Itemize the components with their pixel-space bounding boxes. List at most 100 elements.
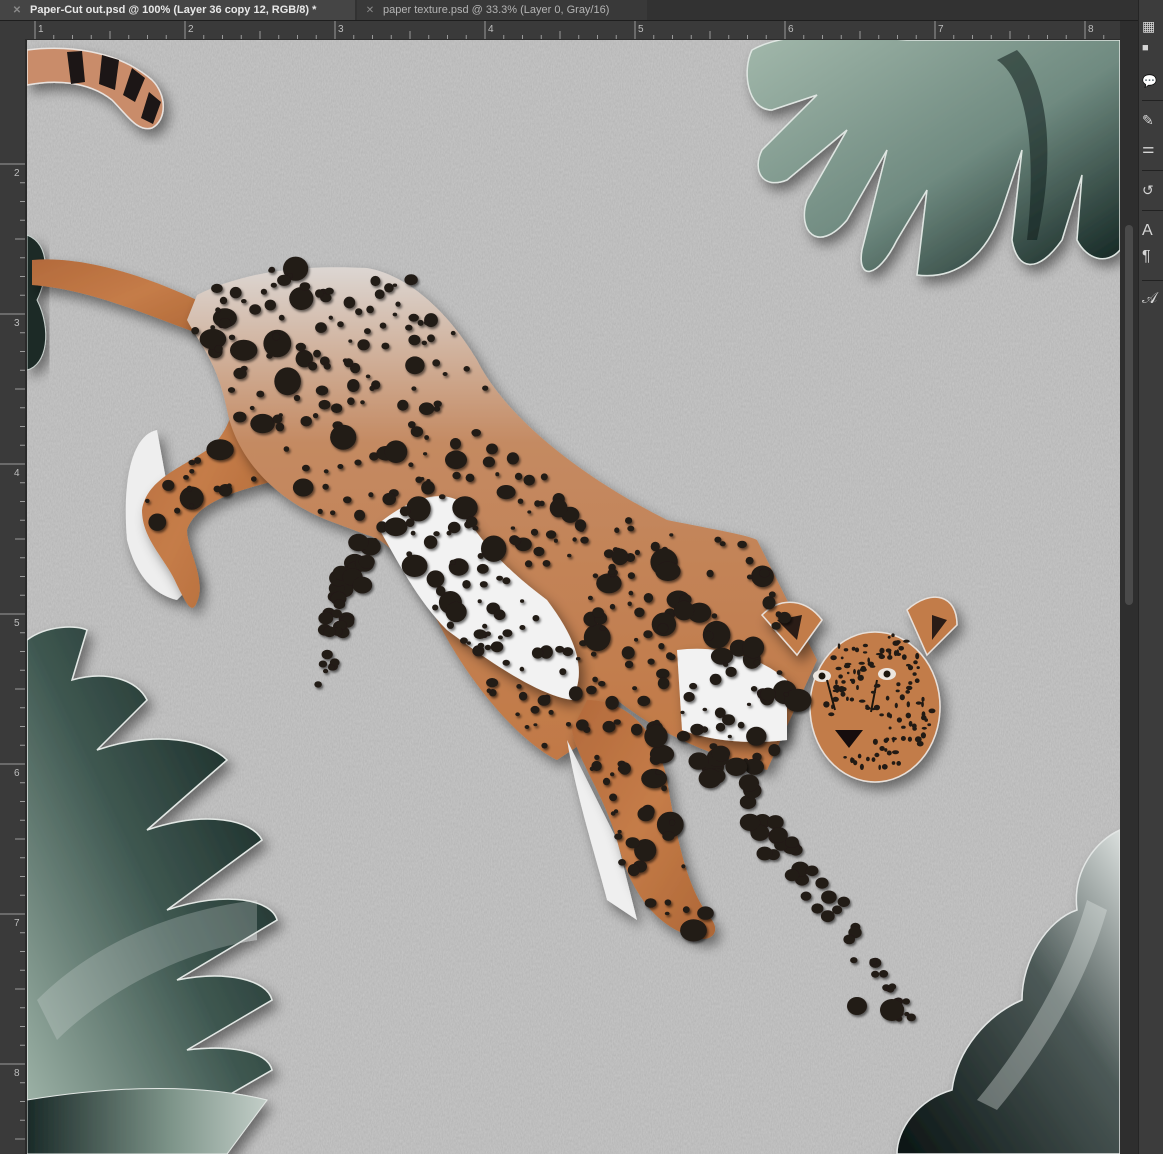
spot [840,656,844,660]
spot [249,304,261,315]
spot [219,296,228,305]
spot [609,603,616,610]
spot [892,750,899,755]
spot [485,631,492,637]
spot [490,641,504,653]
ruler-label: 6 [14,768,20,779]
spot [233,367,247,379]
spot [272,332,281,341]
sliders-icon[interactable]: ⚌ [1142,140,1163,157]
tab-paper-cut-out[interactable]: ✕ Paper-Cut out.psd @ 100% (Layer 36 cop… [0,0,355,20]
horizontal-ruler[interactable]: 1 2 3 4 5 6 7 8 [25,21,1120,39]
spot [452,471,461,480]
spot [463,366,470,372]
spot [314,681,322,688]
spot [768,744,781,757]
spot [661,785,667,792]
spot [784,869,800,882]
spot [592,607,604,618]
spot [710,647,734,665]
spot [482,456,495,468]
spot [302,464,310,472]
spot [815,877,829,889]
spot [229,286,242,299]
paragraph-icon[interactable]: ¶ [1142,248,1163,266]
spot [874,683,881,688]
spot [647,658,655,665]
spot [627,525,635,532]
spot [323,626,336,638]
spot [215,307,221,313]
ruler-label: 4 [488,24,494,35]
ruler-label: 7 [14,918,20,929]
spot [188,459,196,466]
spot [333,599,346,610]
spot [354,459,362,466]
spot [878,764,881,770]
spot [706,569,714,578]
document-canvas[interactable] [27,40,1120,1154]
spot [315,385,329,396]
spot [856,685,859,690]
spot [906,1013,916,1022]
ruler-corner[interactable] [0,21,25,39]
properties-icon[interactable]: ▦ [1142,18,1163,35]
spot [611,548,629,566]
spot [894,702,898,709]
spot [370,275,381,287]
spot [510,536,522,546]
history-icon[interactable]: ↺ [1142,182,1163,199]
spot [669,533,674,537]
scrollbar-thumb[interactable] [1125,225,1133,605]
spot [250,413,275,434]
spot [264,299,276,311]
spot [896,717,903,723]
adjustments-icon[interactable]: ■ [1142,42,1163,54]
spot [410,530,416,536]
character-icon[interactable]: A [1142,222,1163,240]
spot [534,500,541,507]
vertical-ruler[interactable]: 2 3 4 5 6 7 8 [0,39,25,1154]
spot [594,754,600,761]
spot [689,682,698,690]
spot [465,473,475,482]
spot [572,537,577,542]
spot [450,438,461,450]
spot [292,478,314,497]
spot [835,666,842,671]
spot [411,386,417,391]
spot [260,288,267,295]
close-icon[interactable]: ✕ [12,5,22,16]
spot [860,665,866,671]
close-icon[interactable]: ✕ [365,5,375,16]
spot [682,906,690,913]
spot [312,413,319,419]
tab-paper-texture[interactable]: ✕ paper texture.psd @ 33.3% (Layer 0, Gr… [357,0,647,20]
spot [466,641,471,645]
spot [885,695,890,701]
spot [703,630,714,641]
glyphs-icon[interactable]: 𝒜 [1142,290,1163,308]
spot [737,721,745,729]
spot [862,651,868,654]
spot [590,651,597,657]
comment-icon[interactable]: 💬 [1142,74,1163,88]
brush-icon[interactable]: ✎ [1142,112,1163,129]
spot [676,730,691,742]
spot [884,748,888,752]
spot [906,685,913,691]
spot [275,422,285,432]
spot [553,538,558,543]
spot [668,653,676,661]
spot [847,997,867,1015]
spot [874,752,880,758]
spot [895,640,901,645]
spot [283,446,290,452]
spot [634,607,645,618]
spot [901,654,907,660]
spot [906,663,911,667]
spot [811,903,824,914]
spot [627,601,632,607]
spot [174,507,181,514]
spot [914,678,920,683]
